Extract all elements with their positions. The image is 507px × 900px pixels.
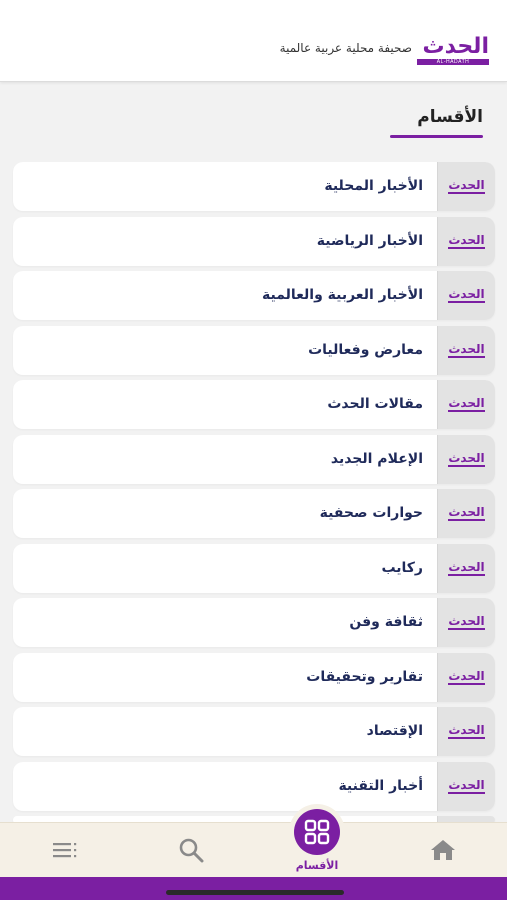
category-badge: الحدث	[437, 489, 495, 538]
home-icon	[431, 840, 455, 860]
home-indicator[interactable]	[166, 890, 344, 895]
category-label: الإقتصاد	[366, 723, 423, 739]
category-badge: الحدث	[437, 761, 495, 811]
sections-button[interactable]	[294, 809, 340, 855]
category-label: تقارير وتحقيقات	[306, 668, 423, 685]
category-item[interactable]: الحدث أخبار التقنية	[13, 761, 495, 811]
category-label: ركايب	[381, 559, 423, 576]
category-item[interactable]: الحدث ركايب	[13, 543, 495, 593]
menu-tab[interactable]	[46, 835, 84, 865]
grid-icon	[304, 819, 330, 845]
app-header: الحدث AL-HADATH صحيفة محلية عربية عالمية	[0, 0, 507, 82]
search-icon	[179, 838, 204, 863]
bottom-brand-bar	[0, 877, 507, 900]
category-badge: الحدث	[437, 325, 495, 375]
category-label: الأخبار الرياضية	[316, 232, 423, 249]
sections-tab-label: الأقسام	[295, 859, 339, 872]
home-tab[interactable]	[424, 835, 462, 865]
badge-logo: الحدث	[448, 668, 485, 685]
category-badge: الحدث	[437, 271, 495, 320]
category-label: مقالات الحدث	[327, 396, 423, 412]
category-label: الأخبار العربية والعالمية	[262, 287, 423, 303]
badge-logo: الحدث	[448, 232, 485, 249]
category-badge: الحدث	[437, 216, 495, 266]
page-title: الأقسام	[417, 107, 483, 127]
tagline: صحيفة محلية عربية عالمية	[279, 41, 412, 55]
badge-logo: الحدث	[448, 178, 485, 194]
badge-logo: الحدث	[448, 341, 485, 358]
category-item[interactable]: الحدث حوارات صحفية	[13, 489, 495, 538]
category-badge: الحدث	[437, 380, 495, 429]
category-item[interactable]: الحدث الإعلام الجديد	[13, 434, 495, 484]
category-item[interactable]: الحدث الإقتصاد	[13, 707, 495, 756]
search-tab[interactable]	[172, 835, 210, 865]
category-label: الأخبار المحلية	[324, 178, 423, 194]
category-badge: الحدث	[437, 652, 495, 702]
title-underline	[390, 135, 483, 138]
category-item[interactable]: الحدث الأخبار الرياضية	[13, 216, 495, 266]
category-badge: الحدث	[437, 162, 495, 211]
badge-logo: الحدث	[448, 505, 485, 521]
badge-logo: الحدث	[448, 723, 485, 739]
category-item[interactable]: الحدث الأخبار المحلية	[13, 162, 495, 211]
category-badge: الحدث	[437, 543, 495, 593]
sections-tab[interactable]: الأقسام	[286, 809, 348, 875]
category-label: الإعلام الجديد	[330, 450, 423, 467]
category-list: الحدث الأخبار المحلية الحدث الأخبار الري…	[13, 162, 495, 830]
category-item[interactable]: الحدث تقارير وتحقيقات	[13, 652, 495, 702]
category-item[interactable]: الحدث معارض وفعاليات	[13, 325, 495, 375]
category-label: أخبار التقنية	[338, 777, 423, 794]
logo-arabic: الحدث	[422, 34, 490, 59]
category-item[interactable]: الحدث الأخبار العربية والعالمية	[13, 271, 495, 320]
category-label: ثقافة وفن	[349, 614, 423, 630]
category-item[interactable]: الحدث مقالات الحدث	[13, 380, 495, 429]
badge-logo: الحدث	[448, 614, 485, 630]
category-badge: الحدث	[437, 707, 495, 756]
logo-english: AL-HADATH	[417, 59, 489, 65]
bottom-navigation: الأقسام	[0, 809, 507, 877]
badge-logo: الحدث	[448, 396, 485, 412]
badge-logo: الحدث	[448, 559, 485, 576]
menu-icon	[53, 843, 77, 858]
category-label: حوارات صحفية	[319, 505, 423, 521]
badge-logo: الحدث	[448, 450, 485, 467]
category-item[interactable]: الحدث ثقافة وفن	[13, 598, 495, 647]
badge-logo: الحدث	[448, 777, 485, 794]
category-badge: الحدث	[437, 434, 495, 484]
badge-logo: الحدث	[448, 287, 485, 303]
category-label: معارض وفعاليات	[308, 341, 423, 358]
category-badge: الحدث	[437, 598, 495, 647]
brand-logo[interactable]: الحدث AL-HADATH	[417, 34, 490, 66]
